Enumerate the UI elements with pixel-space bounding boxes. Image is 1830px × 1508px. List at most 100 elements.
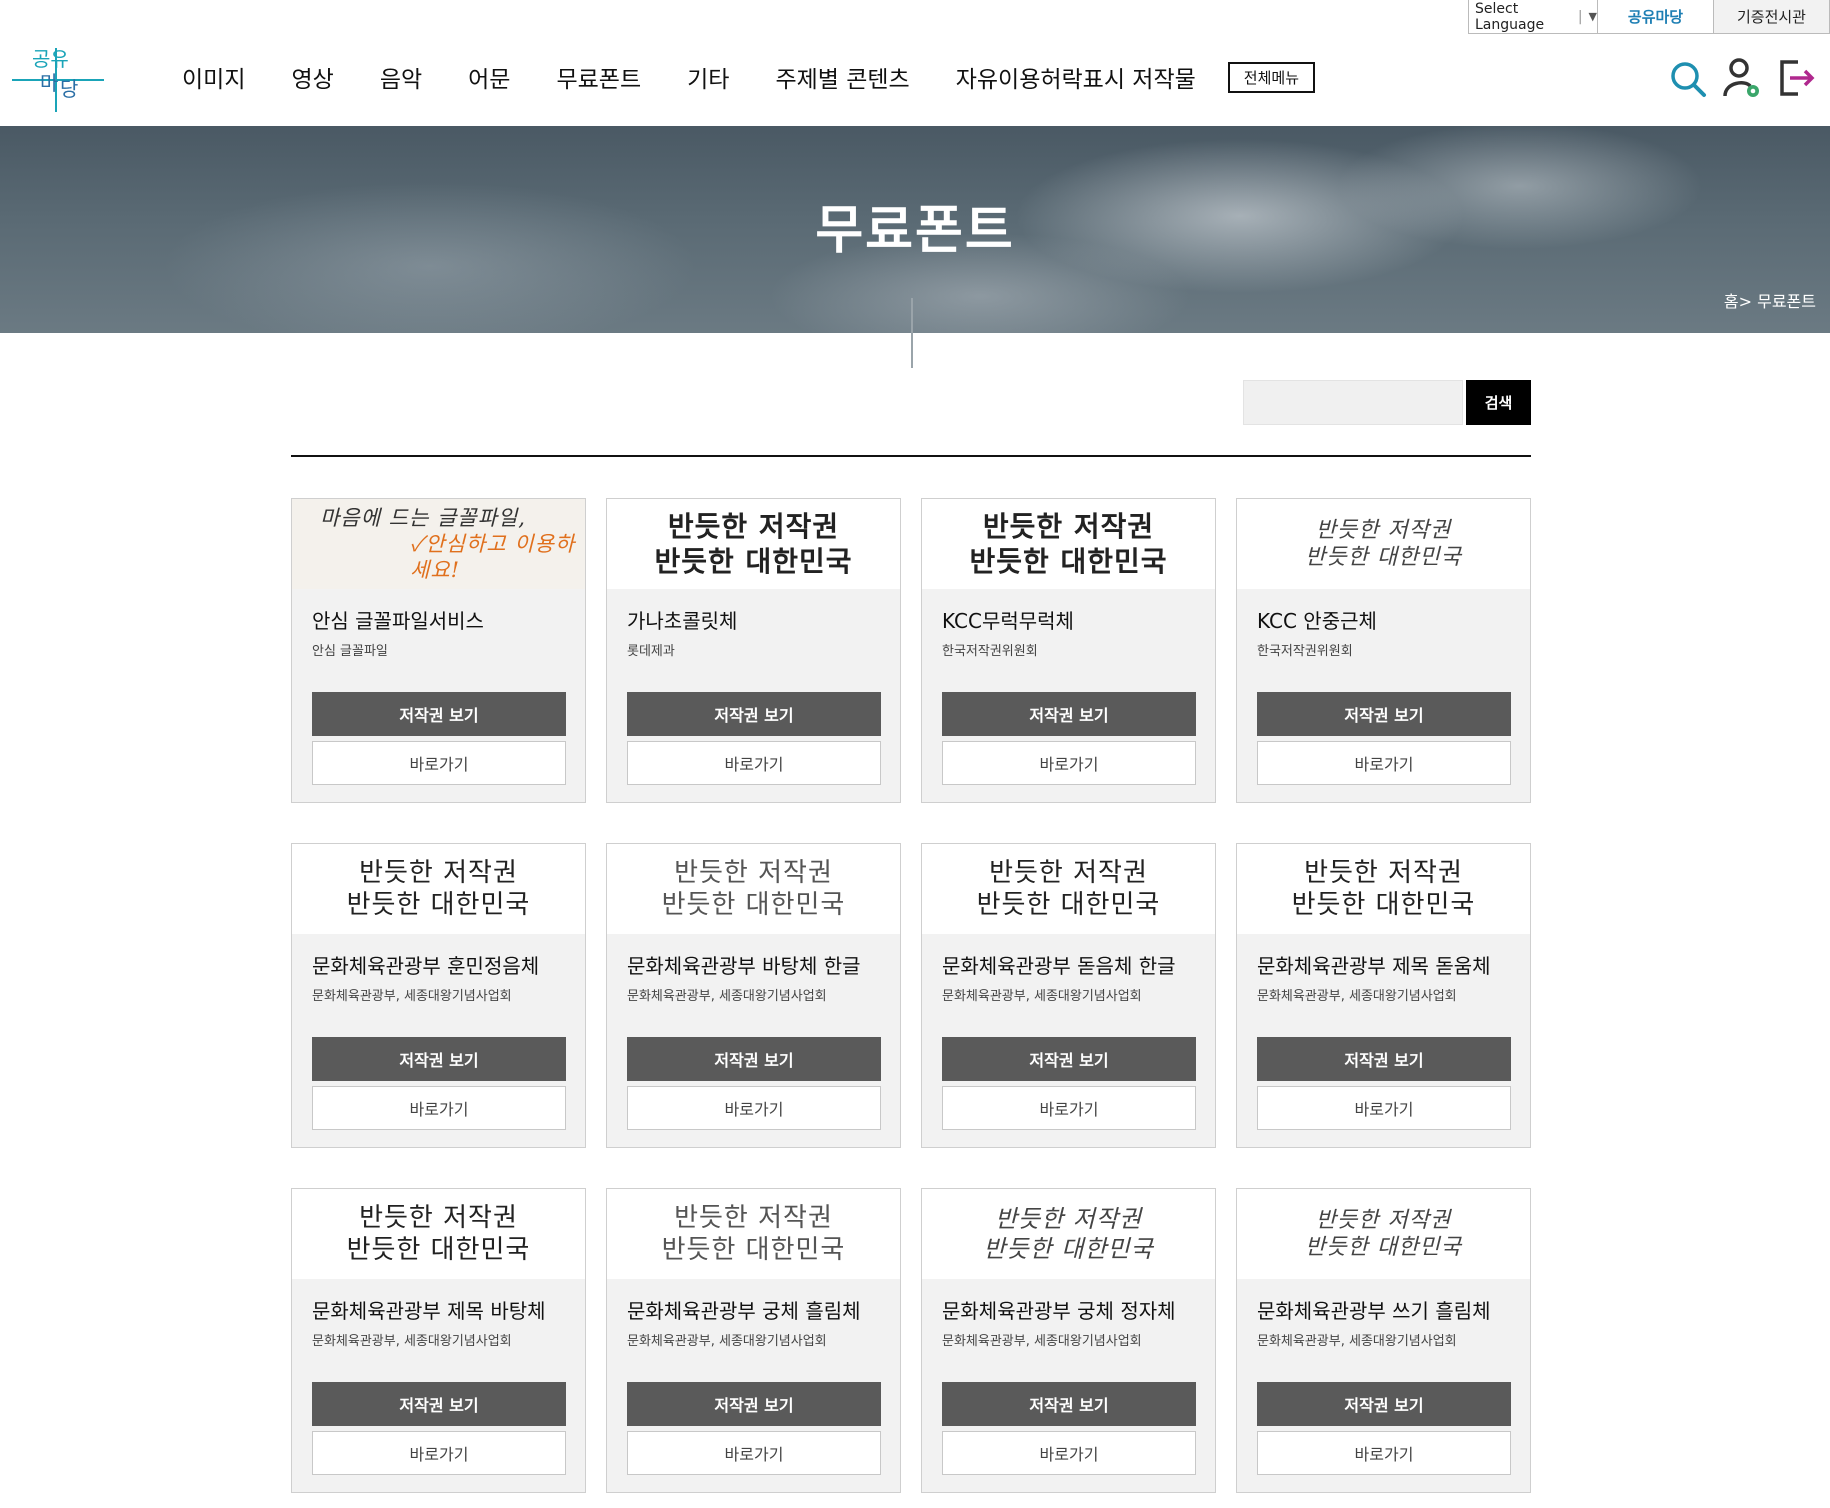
go-to-button[interactable]: 바로가기 bbox=[1257, 1086, 1511, 1130]
search-input[interactable] bbox=[1243, 380, 1463, 425]
nav-item-theme-contents[interactable]: 주제별 콘텐츠 bbox=[775, 60, 909, 94]
view-copyright-button[interactable]: 저작권 보기 bbox=[942, 1382, 1196, 1426]
go-to-button[interactable]: 바로가기 bbox=[942, 741, 1196, 785]
font-card-provider: 문화체육관광부, 세종대왕기념사업회 bbox=[627, 1334, 827, 1349]
site-logo[interactable]: 공유 마 당 bbox=[12, 44, 104, 112]
font-preview[interactable]: 반듯한 저작권 반듯한 대한민국 bbox=[292, 1189, 585, 1279]
logo-icon: 공유 마 당 bbox=[12, 47, 104, 112]
go-to-button[interactable]: 바로가기 bbox=[312, 741, 566, 785]
nav-item-music[interactable]: 음악 bbox=[380, 60, 422, 94]
font-preview-line: 반듯한 대한민국 bbox=[661, 1235, 846, 1265]
view-copyright-button[interactable]: 저작권 보기 bbox=[312, 692, 566, 736]
share-madang-link[interactable]: 공유마당 bbox=[1598, 0, 1714, 34]
nav-item-ccl-works[interactable]: 자유이용허락표시 저작물 bbox=[956, 60, 1196, 94]
go-to-button[interactable]: 바로가기 bbox=[627, 1086, 881, 1130]
view-copyright-button[interactable]: 저작권 보기 bbox=[312, 1037, 566, 1081]
font-preview[interactable]: 반듯한 저작권 반듯한 대한민국 bbox=[922, 844, 1215, 934]
nav-item-free-fonts[interactable]: 무료폰트 bbox=[556, 60, 641, 94]
font-card-provider: 문화체육관광부, 세종대왕기념사업회 bbox=[942, 989, 1142, 1004]
font-preview[interactable]: 반듯한 저작권 반듯한 대한민국 bbox=[922, 1189, 1215, 1279]
font-preview[interactable]: 반듯한 저작권 반듯한 대한민국 bbox=[1237, 844, 1530, 934]
view-copyright-button[interactable]: 저작권 보기 bbox=[1257, 692, 1511, 736]
section-rule bbox=[291, 455, 1531, 457]
font-preview-line: 반듯한 저작권 bbox=[359, 857, 518, 888]
view-copyright-button[interactable]: 저작권 보기 bbox=[627, 1382, 881, 1426]
banner-divider bbox=[911, 298, 913, 368]
font-card-provider: 안심 글꼴파일 bbox=[312, 644, 388, 659]
go-to-button[interactable]: 바로가기 bbox=[627, 741, 881, 785]
font-preview[interactable]: 반듯한 저작권 반듯한 대한민국 bbox=[292, 844, 585, 934]
nav-item-etc[interactable]: 기타 bbox=[687, 60, 729, 94]
go-to-button[interactable]: 바로가기 bbox=[312, 1086, 566, 1130]
font-card-title: 문화체육관광부 훈민정음체 bbox=[312, 954, 540, 978]
font-card-title: 문화체육관광부 쓰기 흘림체 bbox=[1257, 1299, 1491, 1323]
font-card-provider: 롯데제과 bbox=[627, 644, 675, 659]
font-card: 반듯한 저작권 반듯한 대한민국 문화체육관광부 궁체 정자체 문화체육관광부, 세종… bbox=[921, 1188, 1216, 1493]
font-preview-line: ✓안심하고 이용하세요! bbox=[410, 531, 576, 583]
svg-text:마: 마 bbox=[40, 71, 58, 95]
view-copyright-button[interactable]: 저작권 보기 bbox=[942, 1037, 1196, 1081]
font-preview[interactable]: 반듯한 저작권 반듯한 대한민국 bbox=[1237, 1189, 1530, 1279]
font-card-provider: 문화체육관광부, 세종대왕기념사업회 bbox=[312, 989, 512, 1004]
font-preview-line: 반듯한 대한민국 bbox=[969, 545, 1168, 578]
font-preview-line: 반듯한 대한민국 bbox=[346, 890, 531, 920]
site-header: 공유 마 당 이미지 영상 음악 어문 무료폰트 기타 주제별 콘텐츠 자유이용… bbox=[0, 34, 1830, 126]
font-preview-line: 반듯한 저작권 bbox=[1304, 857, 1463, 888]
font-card: 반듯한 저작권 반듯한 대한민국문화체육관광부 훈민정음체문화체육관광부, 세종대… bbox=[291, 843, 586, 1148]
font-preview-line: 반듯한 대한민국 bbox=[1305, 545, 1462, 570]
font-card-provider: 한국저작권위원회 bbox=[1257, 644, 1353, 659]
donation-hall-link[interactable]: 기증전시관 bbox=[1714, 0, 1830, 34]
font-card-title: 안심 글꼴파일서비스 bbox=[312, 609, 484, 633]
header-icons bbox=[1668, 56, 1816, 100]
logout-icon[interactable] bbox=[1776, 56, 1816, 100]
font-card: 반듯한 저작권 반듯한 대한민국 문화체육관광부 궁체 흘림체 문화체육관광부, 세종… bbox=[606, 1188, 901, 1493]
go-to-button[interactable]: 바로가기 bbox=[1257, 1431, 1511, 1475]
font-card-provider: 한국저작권위원회 bbox=[942, 644, 1038, 659]
nav-item-literature[interactable]: 어문 bbox=[468, 60, 510, 94]
nav-item-video[interactable]: 영상 bbox=[291, 60, 333, 94]
go-to-button[interactable]: 바로가기 bbox=[312, 1431, 566, 1475]
font-card-provider: 문화체육관광부, 세종대왕기념사업회 bbox=[627, 989, 827, 1004]
font-card-title: 가나초콜릿체 bbox=[627, 609, 738, 633]
go-to-button[interactable]: 바로가기 bbox=[942, 1431, 1196, 1475]
font-card: 반듯한 저작권 반듯한 대한민국문화체육관광부 제목 돋움체문화체육관광부, 세종… bbox=[1236, 843, 1531, 1148]
font-preview-line: 반듯한 저작권 bbox=[359, 1202, 518, 1233]
font-preview[interactable]: 마음에 드는 글꼴파일, ✓안심하고 이용하세요! bbox=[292, 499, 585, 589]
font-preview-line: 반듯한 저작권 bbox=[674, 1202, 833, 1233]
language-select-label: Select Language bbox=[1475, 0, 1545, 33]
language-select[interactable]: Select Language | ▼ bbox=[1468, 0, 1598, 34]
go-to-button[interactable]: 바로가기 bbox=[942, 1086, 1196, 1130]
font-preview-line: 반듯한 저작권 bbox=[667, 510, 840, 543]
font-preview[interactable]: 반듯한 저작권 반듯한 대한민국 bbox=[607, 1189, 900, 1279]
all-menu-button[interactable]: 전체메뉴 bbox=[1227, 61, 1315, 93]
view-copyright-button[interactable]: 저작권 보기 bbox=[1257, 1037, 1511, 1081]
font-card-title: KCC 안중근체 bbox=[1257, 609, 1377, 633]
font-preview-line: 반듯한 대한민국 bbox=[983, 1235, 1154, 1263]
font-preview[interactable]: 반듯한 저작권 반듯한 대한민국 bbox=[1237, 499, 1530, 589]
font-preview-line: 마음에 드는 글꼴파일, bbox=[320, 505, 526, 530]
font-card-title: 문화체육관광부 제목 돋움체 bbox=[1257, 954, 1491, 978]
font-card-provider: 문화체육관광부, 세종대왕기념사업회 bbox=[1257, 989, 1457, 1004]
font-preview[interactable]: 반듯한 저작권 반듯한 대한민국 bbox=[922, 499, 1215, 589]
view-copyright-button[interactable]: 저작권 보기 bbox=[1257, 1382, 1511, 1426]
breadcrumb[interactable]: 홈> 무료폰트 bbox=[1724, 288, 1816, 312]
view-copyright-button[interactable]: 저작권 보기 bbox=[312, 1382, 566, 1426]
font-card-title: KCC무럭무럭체 bbox=[942, 609, 1074, 633]
search-icon[interactable] bbox=[1668, 56, 1708, 100]
font-preview-line: 반듯한 대한민국 bbox=[976, 890, 1161, 920]
view-copyright-button[interactable]: 저작권 보기 bbox=[942, 692, 1196, 736]
search-button[interactable]: 검색 bbox=[1466, 380, 1531, 425]
go-to-button[interactable]: 바로가기 bbox=[627, 1431, 881, 1475]
font-preview[interactable]: 반듯한 저작권 반듯한 대한민국 bbox=[607, 844, 900, 934]
page-title: 무료폰트 bbox=[815, 201, 1015, 261]
nav-item-image[interactable]: 이미지 bbox=[182, 60, 245, 94]
font-preview[interactable]: 반듯한 저작권 반듯한 대한민국 bbox=[607, 499, 900, 589]
font-preview-line: 반듯한 저작권 bbox=[674, 857, 833, 888]
user-settings-icon[interactable] bbox=[1722, 56, 1762, 100]
view-copyright-button[interactable]: 저작권 보기 bbox=[627, 692, 881, 736]
font-card: 반듯한 저작권 반듯한 대한민국 문화체육관광부 돋음체 한글 문화체육관광부, 세종… bbox=[921, 843, 1216, 1148]
font-card: 반듯한 저작권 반듯한 대한민국 KCC 안중근체한국저작권위원회저작권 보기바로가… bbox=[1236, 498, 1531, 803]
view-copyright-button[interactable]: 저작권 보기 bbox=[627, 1037, 881, 1081]
go-to-button[interactable]: 바로가기 bbox=[1257, 741, 1511, 785]
svg-text:공유: 공유 bbox=[32, 47, 69, 71]
